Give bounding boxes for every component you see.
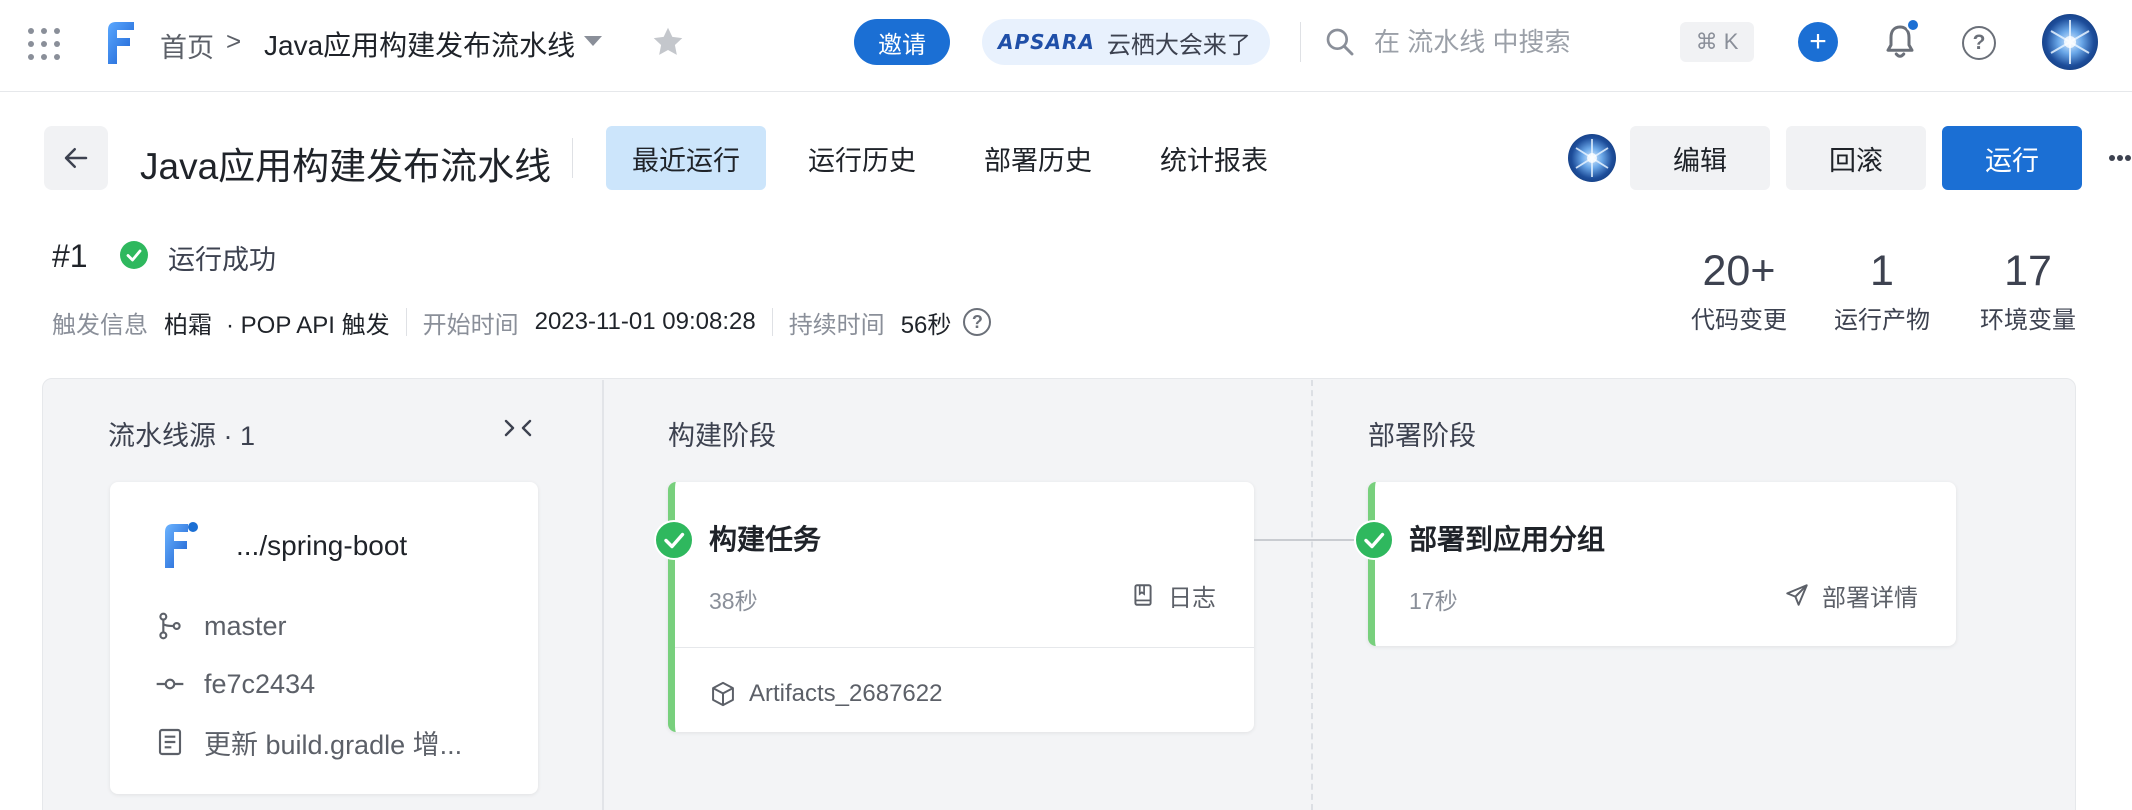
artifact-name: Artifacts_2687622 (749, 680, 943, 707)
artifact-link[interactable]: Artifacts_2687622 (709, 676, 942, 712)
commit-message: 更新 build.gradle 增... (204, 729, 463, 760)
search-icon[interactable] (1324, 26, 1356, 58)
tab-run-history[interactable]: 运行历史 (782, 126, 942, 190)
log-link[interactable]: 日志 (1130, 578, 1216, 612)
run-button[interactable]: 运行 (1942, 126, 2082, 190)
help-icon[interactable]: ? (963, 308, 992, 336)
source-card[interactable]: .../spring-boot master fe7c2434 更新 build… (110, 482, 538, 794)
edit-button[interactable]: 编辑 (1630, 126, 1770, 190)
collapse-icon[interactable] (500, 412, 536, 444)
invite-button[interactable]: 邀请 (854, 19, 950, 65)
deploy-detail-link[interactable]: 部署详情 (1784, 578, 1918, 612)
stat-value: 20+ (1702, 247, 1776, 295)
apsara-logo: APSARA (998, 30, 1095, 54)
rollback-button[interactable]: 回滚 (1786, 126, 1926, 190)
star-icon[interactable] (650, 24, 686, 60)
job-duration: 38秒 (709, 588, 758, 614)
deploy-detail-label: 部署详情 (1822, 584, 1918, 612)
stat-code-changes[interactable]: 20+ 代码变更 (1686, 246, 1792, 335)
success-check-icon (654, 520, 694, 560)
trigger-method: · POP API 触发 (226, 311, 390, 339)
deploy-job-card[interactable]: 部署到应用分组 17秒 部署详情 (1368, 482, 1956, 646)
arrow-left-icon (64, 148, 88, 168)
duration-label: 持续时间 (788, 311, 885, 339)
stat-value: 1 (1870, 247, 1894, 295)
create-button[interactable]: + (1798, 22, 1838, 62)
tab-recent-run[interactable]: 最近运行 (606, 126, 766, 190)
branch-name: master (204, 610, 287, 641)
page-title: Java应用构建发布流水线 (140, 146, 552, 187)
shortcut-hint: ⌘ K (1680, 22, 1754, 62)
apps-grid-icon[interactable] (28, 28, 60, 60)
package-icon (712, 681, 734, 707)
search-input[interactable] (1374, 22, 1674, 62)
success-check-icon (120, 241, 148, 269)
trigger-user: 柏霜 (164, 311, 212, 339)
more-icon[interactable] (2108, 154, 2132, 162)
start-time-value: 2023-11-01 09:08:28 (534, 308, 756, 335)
divider (405, 308, 407, 336)
document-icon (158, 728, 182, 756)
branch-icon (159, 612, 181, 640)
stat-value: 17 (2004, 247, 2052, 295)
commit-row: fe7c2434 (154, 664, 315, 704)
trigger-label: 触发信息 (52, 311, 148, 339)
duration-value: 56秒 (900, 311, 952, 339)
repo-name[interactable]: .../spring-boot (236, 530, 407, 562)
notification-dot (1906, 18, 1920, 32)
log-book-icon (1134, 584, 1152, 606)
start-time-label: 开始时间 (422, 311, 519, 339)
stage-divider (1311, 380, 1313, 810)
breadcrumb-home[interactable]: 首页 (160, 26, 214, 65)
log-label: 日志 (1168, 584, 1216, 612)
tab-deploy-history[interactable]: 部署历史 (958, 126, 1118, 190)
build-job-card[interactable]: 构建任务 38秒 日志 Artifacts_2687622 (668, 482, 1254, 732)
branch-row: master (154, 606, 287, 646)
column-divider (602, 380, 604, 810)
send-icon (1786, 584, 1808, 606)
job-name: 构建任务 (709, 524, 822, 555)
back-button[interactable] (44, 126, 108, 190)
run-meta: 触发信息 柏霜 · POP API 触发 开始时间 2023-11-01 09:… (52, 305, 992, 339)
owner-avatar[interactable] (1568, 134, 1616, 182)
build-stage-header: 构建阶段 (668, 421, 776, 451)
flow-logo-icon[interactable] (104, 20, 138, 64)
commit-hash[interactable]: fe7c2434 (204, 669, 315, 700)
run-status: 运行成功 (168, 245, 276, 275)
stat-env-vars[interactable]: 17 环境变量 (1976, 246, 2080, 335)
promo-text: 云栖大会来了 (1106, 31, 1251, 59)
stage-connector (1254, 539, 1354, 541)
divider (771, 308, 773, 336)
stat-label: 环境变量 (1980, 307, 2076, 334)
user-avatar[interactable] (2042, 14, 2098, 70)
stat-artifacts[interactable]: 1 运行产物 (1830, 246, 1934, 335)
help-icon[interactable]: ? (1962, 26, 1996, 60)
caret-down-icon[interactable] (584, 36, 602, 46)
deploy-stage-header: 部署阶段 (1368, 421, 1476, 451)
tab-statistics[interactable]: 统计报表 (1134, 126, 1294, 190)
job-name: 部署到应用分组 (1409, 524, 1606, 555)
divider (572, 138, 573, 178)
commit-message-row: 更新 build.gradle 增... (154, 722, 462, 762)
success-check-icon (1354, 520, 1394, 560)
job-duration: 17秒 (1409, 588, 1458, 614)
source-column-header: 流水线源 · 1 (108, 421, 256, 451)
commit-icon (156, 678, 184, 690)
top-bar: 首页 > Java应用构建发布流水线 邀请 APSARA 云栖大会来了 ⌘ K … (0, 0, 2132, 92)
flow-repo-icon (165, 522, 198, 568)
stat-label: 代码变更 (1691, 307, 1787, 334)
breadcrumb-separator: > (226, 26, 242, 56)
breadcrumb-current[interactable]: Java应用构建发布流水线 (264, 24, 575, 64)
promo-banner[interactable]: APSARA 云栖大会来了 (982, 19, 1270, 65)
divider (1300, 22, 1301, 62)
stat-label: 运行产物 (1834, 307, 1930, 334)
divider (675, 647, 1254, 648)
run-number: #1 (52, 238, 88, 274)
